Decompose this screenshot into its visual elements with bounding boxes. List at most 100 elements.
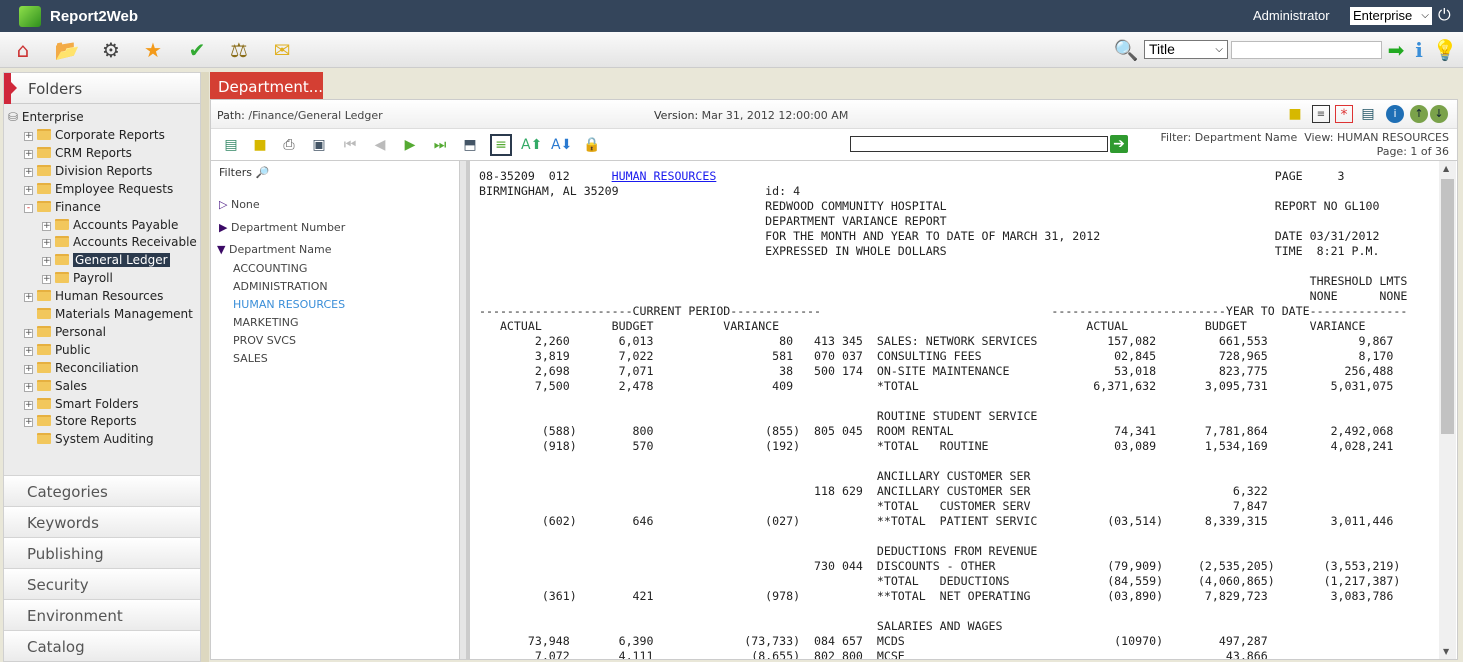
expand-icon[interactable]: + [42, 221, 51, 231]
filter-value-item[interactable]: HUMAN RESOURCES [233, 298, 345, 311]
scope-select[interactable]: Enterprise ⌵ [1350, 7, 1432, 25]
filter-value-item[interactable]: PROV SVCS [233, 334, 296, 347]
tree-node[interactable]: + Payroll [42, 270, 113, 287]
notes-icon[interactable]: ■ [251, 136, 269, 154]
filter-value-item[interactable]: MARKETING [233, 316, 299, 329]
report-content: 08-35209 012 HUMAN RESOURCES PAGE 3 BIRM… [467, 161, 1439, 659]
tree-node[interactable]: + Division Reports [24, 163, 152, 180]
tree-root[interactable]: ⛁ Enterprise [8, 109, 84, 126]
next-page-icon[interactable]: ▶ [401, 136, 419, 154]
print-icon[interactable]: ⎙ [280, 136, 298, 154]
decrease-font-icon[interactable]: A⬇ [551, 136, 572, 154]
find-go-icon[interactable]: ➔ [1110, 135, 1128, 153]
tree-node[interactable]: + Employee Requests [24, 181, 173, 198]
panel-splitter[interactable] [201, 72, 209, 662]
lightbulb-icon[interactable]: 💡 [1432, 38, 1458, 62]
sidebar-section-environment[interactable]: Environment [4, 599, 200, 630]
sidebar-section-categories[interactable]: Categories [4, 475, 200, 506]
search-field-select[interactable]: Title ⌵ [1144, 40, 1228, 59]
favorites-star-icon[interactable]: ★ [140, 38, 166, 62]
sticky-notes-icon[interactable]: ■ [1286, 105, 1304, 123]
chevron-down-icon: ⌵ [1421, 10, 1429, 21]
expand-icon[interactable]: + [42, 239, 51, 249]
vertical-scrollbar[interactable]: ▲ ▼ [1439, 161, 1456, 659]
info-icon[interactable]: i [1386, 105, 1404, 123]
folders-header[interactable]: Folders [4, 73, 200, 104]
tree-node[interactable]: - Finance [24, 199, 101, 216]
info-icon[interactable]: i [1406, 38, 1432, 62]
tree-node[interactable]: Materials Management [24, 306, 193, 323]
collapse-icon[interactable]: - [24, 203, 33, 213]
scales-icon[interactable]: ⚖ [226, 38, 252, 62]
toggle-filters-icon[interactable]: ▤ [222, 136, 240, 154]
scrollbar-thumb[interactable] [1441, 179, 1454, 434]
sidebar-section-publishing[interactable]: Publishing [4, 537, 200, 568]
expand-icon[interactable]: + [24, 185, 33, 195]
tree-node[interactable]: + Accounts Receivable [42, 234, 197, 251]
spreadsheet-icon[interactable]: ▤ [1359, 105, 1377, 123]
filter-value-item[interactable]: SALES [233, 352, 268, 365]
pdf-icon[interactable]: * [1335, 105, 1353, 123]
page-view-icon[interactable]: ≡ [490, 134, 512, 156]
mail-icon[interactable]: ✉ [269, 38, 295, 62]
tree-node-label: Store Reports [55, 414, 137, 429]
goto-page-icon[interactable]: ⬒ [461, 136, 479, 154]
power-icon[interactable]: ⏻ [1438, 5, 1451, 25]
tree-node[interactable]: + Personal [24, 324, 106, 341]
department-link[interactable]: HUMAN RESOURCES [612, 169, 717, 183]
expand-icon[interactable]: + [24, 132, 33, 141]
search-input[interactable] [1231, 41, 1382, 59]
expand-icon[interactable]: + [42, 257, 51, 267]
user-name[interactable]: Administrator [1253, 8, 1330, 23]
tree-node[interactable]: + Reconciliation [24, 360, 139, 377]
find-input[interactable] [850, 136, 1108, 152]
expand-icon[interactable]: + [24, 328, 33, 338]
tree-node[interactable]: + Corporate Reports [24, 127, 165, 144]
tab-department[interactable]: Department... [210, 72, 323, 99]
expand-icon[interactable]: + [24, 400, 33, 410]
expand-icon[interactable]: + [24, 418, 33, 428]
expand-icon[interactable]: + [24, 293, 33, 303]
lock-icon[interactable]: 🔒 [583, 136, 601, 154]
filter-value-item[interactable]: ACCOUNTING [233, 262, 307, 275]
search-icon[interactable]: 🔎 [255, 166, 269, 179]
arrow-up-icon[interactable]: ↑ [1410, 105, 1428, 123]
filter-group-department-name[interactable]: ▼ Department Name [217, 243, 331, 256]
tree-node[interactable]: + Sales [24, 378, 87, 395]
expand-icon[interactable]: + [42, 275, 51, 285]
arrow-down-icon[interactable]: ↓ [1430, 105, 1448, 123]
filters-divider[interactable] [459, 161, 467, 659]
tree-node[interactable]: + Accounts Payable [42, 217, 178, 234]
sidebar-section-security[interactable]: Security [4, 568, 200, 599]
tree-node[interactable]: + Human Resources [24, 288, 163, 305]
filter-none[interactable]: ▷ None [219, 198, 260, 211]
tree-node[interactable]: + General Ledger [42, 252, 170, 269]
tree-node[interactable]: + Store Reports [24, 413, 137, 430]
tree-node[interactable]: + Public [24, 342, 91, 359]
tree-node[interactable]: + CRM Reports [24, 145, 132, 162]
text-view-icon[interactable]: ≡ [1312, 105, 1330, 123]
first-page-icon[interactable]: ⏮ [341, 136, 359, 154]
expand-icon[interactable]: + [24, 346, 33, 356]
scroll-down-icon[interactable]: ▼ [1443, 647, 1449, 656]
last-page-icon[interactable]: ⏭ [431, 136, 449, 154]
folder-user-icon[interactable]: 📂 [54, 38, 80, 62]
approval-icon[interactable]: ✔ [184, 38, 210, 62]
sidebar-section-keywords[interactable]: Keywords [4, 506, 200, 537]
tree-node[interactable]: System Auditing [24, 431, 154, 448]
expand-icon[interactable]: + [24, 364, 33, 374]
sidebar-section-catalog[interactable]: Catalog [4, 630, 200, 661]
expand-icon[interactable]: + [24, 167, 33, 177]
tree-node[interactable]: + Smart Folders [24, 396, 138, 413]
save-icon[interactable]: ▣ [310, 136, 328, 154]
search-icon[interactable]: 🔍 [1113, 38, 1139, 62]
increase-font-icon[interactable]: A⬆ [521, 136, 542, 154]
scroll-up-icon[interactable]: ▲ [1443, 164, 1449, 173]
filter-group-department-number[interactable]: ▶ Department Number [219, 221, 345, 234]
expand-icon[interactable]: + [24, 382, 33, 392]
filter-value-item[interactable]: ADMINISTRATION [233, 280, 328, 293]
user-settings-icon[interactable]: ⚙ [98, 38, 124, 62]
previous-page-icon[interactable]: ◀ [371, 136, 389, 154]
home-icon[interactable]: ⌂ [10, 38, 36, 62]
expand-icon[interactable]: + [24, 149, 33, 159]
